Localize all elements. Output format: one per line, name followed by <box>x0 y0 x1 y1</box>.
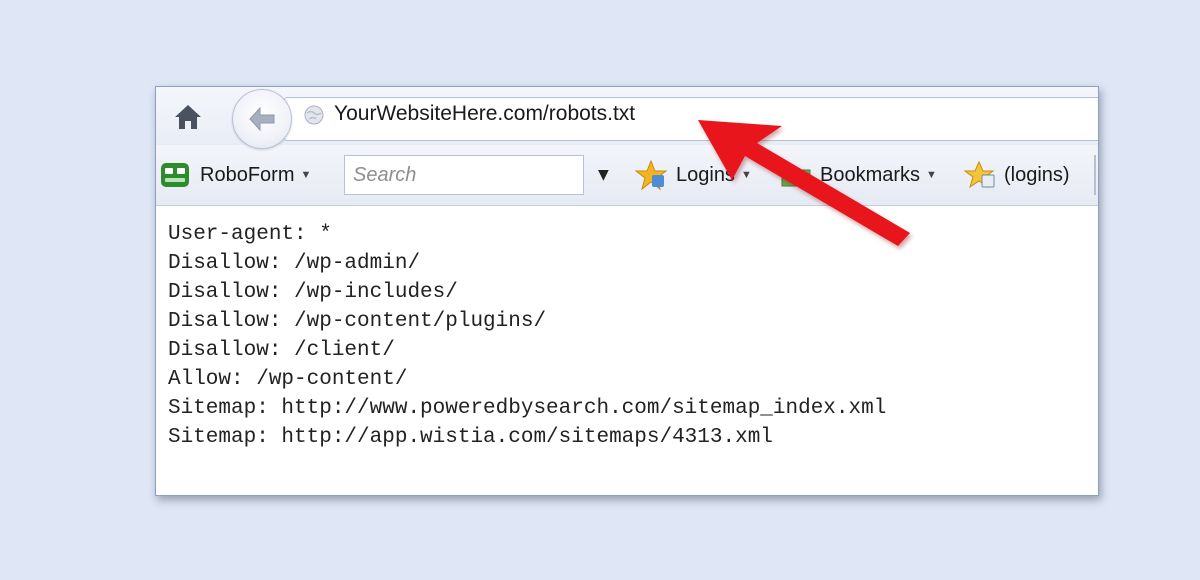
home-icon <box>175 105 201 129</box>
logins-paren-label: (logins) <box>1004 163 1070 186</box>
url-text[interactable]: YourWebsiteHere.com/robots.txt <box>334 99 635 129</box>
home-button[interactable] <box>170 99 206 135</box>
logins-star-icon <box>634 159 668 191</box>
chevron-down-icon: ▼ <box>598 167 609 183</box>
bookmarks-label: Bookmarks <box>820 163 921 186</box>
search-input[interactable] <box>344 155 584 195</box>
robots-line: Sitemap: http://app.wistia.com/sitemaps/… <box>168 426 773 449</box>
logins-label: Logins <box>676 163 735 186</box>
robots-line: Disallow: /wp-admin/ <box>168 252 421 275</box>
chevron-down-icon: ▼ <box>300 169 312 181</box>
robots-line: Sitemap: http://www.poweredbysearch.com/… <box>168 397 887 420</box>
roboform-icon <box>161 163 189 187</box>
browser-window: YourWebsiteHere.com/robots.txt RoboForm … <box>155 86 1099 496</box>
toolbar-divider <box>1094 155 1096 195</box>
roboform-menu[interactable]: RoboForm ▼ <box>160 145 311 205</box>
navigation-bar: YourWebsiteHere.com/robots.txt <box>156 87 1098 149</box>
chevron-down-icon: ▼ <box>740 169 752 181</box>
roboform-label: RoboForm <box>200 163 295 186</box>
robots-txt-content: User-agent: * Disallow: /wp-admin/ Disal… <box>156 206 1098 495</box>
logins-list-button[interactable]: (logins) <box>964 145 1070 205</box>
logins-menu[interactable]: Logins ▼ <box>634 145 752 205</box>
bookmarks-menu[interactable]: Bookmarks ▼ <box>780 145 937 205</box>
robots-line: Disallow: /client/ <box>168 339 395 362</box>
robots-line: Disallow: /wp-content/plugins/ <box>168 310 547 333</box>
robots-line: Allow: /wp-content/ <box>168 368 408 391</box>
logins-star-icon <box>964 160 995 189</box>
back-arrow-icon <box>249 106 275 132</box>
search-dropdown-button[interactable]: ▼ <box>598 145 609 205</box>
chevron-down-icon: ▼ <box>926 169 937 181</box>
robots-line: Disallow: /wp-includes/ <box>168 281 458 304</box>
back-button[interactable] <box>232 89 292 149</box>
globe-icon <box>302 103 326 127</box>
bookmarks-folder-icon <box>781 166 811 187</box>
roboform-toolbar: RoboForm ▼ ▼ Logins ▼ Bookmarks ▼ <box>156 145 1098 206</box>
robots-line: User-agent: * <box>168 223 332 246</box>
